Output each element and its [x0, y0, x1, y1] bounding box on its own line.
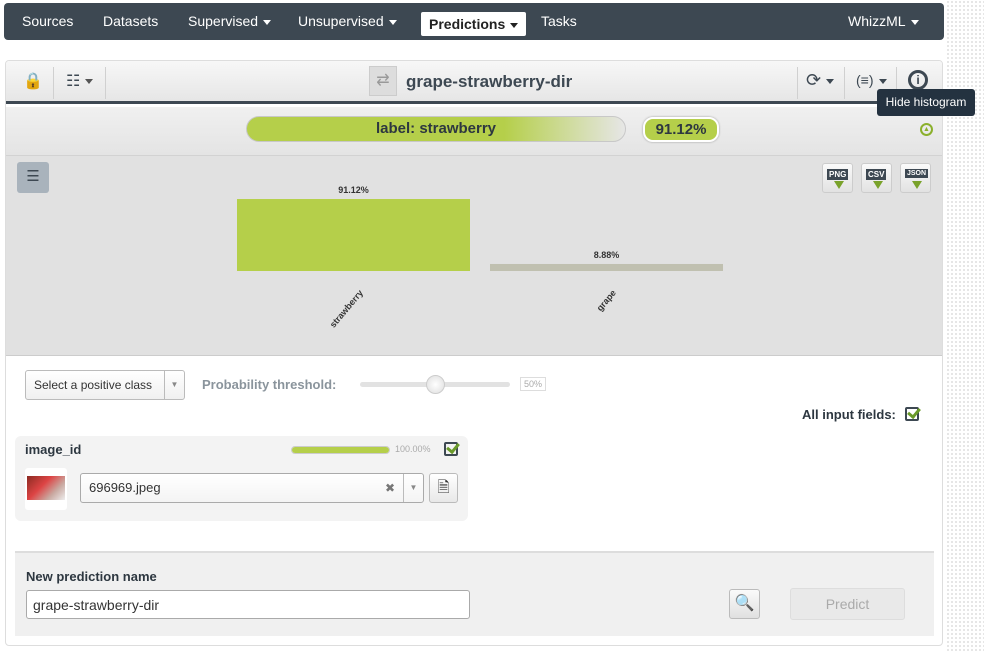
nav-supervised[interactable]: Supervised [188, 13, 272, 29]
histogram: ☰ PNG CSV JSON 91.12% strawberry 8.88% grap… [6, 156, 942, 356]
prediction-icon: ⇄ [369, 66, 397, 96]
data-label: 8.88% [594, 250, 620, 260]
nav-whizzml[interactable]: WhizzML [848, 13, 919, 29]
nav-predictions[interactable]: Predictions [421, 12, 527, 36]
divider [844, 67, 845, 99]
prediction-result: label: strawberry 91.12% ▲ [6, 107, 942, 156]
page-title: grape-strawberry-dir [406, 72, 573, 91]
nav-datasets[interactable]: Datasets [103, 13, 158, 29]
data-label: 91.12% [338, 185, 369, 195]
magnifier-icon: 🔍 [734, 595, 755, 612]
lock-icon[interactable]: 🔒 [23, 71, 43, 91]
top-nav: Sources Datasets Supervised Unsupervised… [4, 3, 944, 40]
nav-tasks[interactable]: Tasks [541, 13, 577, 29]
threshold-slider[interactable] [360, 375, 510, 394]
file-value: 696969.jpeg [89, 480, 161, 495]
nav-label: Unsupervised [298, 13, 384, 29]
divider [53, 67, 54, 99]
coverage-bar [291, 446, 390, 454]
reprediction-icon[interactable]: ⟳ [806, 70, 835, 91]
confidence-badge: 91.12% [643, 117, 719, 142]
all-fields-checkbox[interactable] [905, 407, 919, 421]
threshold-label: Probability threshold: [202, 377, 337, 392]
image-thumbnail [25, 468, 67, 510]
caret-down-icon: ▼ [403, 474, 423, 502]
file-icon: 🗎 [437, 479, 450, 496]
divider [105, 67, 106, 99]
nav-label: Predictions [429, 16, 506, 32]
probability-chart: 91.12% strawberry 8.88% grape [237, 185, 723, 330]
category-label: grape [595, 288, 618, 313]
upload-file-button[interactable]: 🗎 [429, 473, 458, 503]
caret-down-icon [85, 79, 94, 85]
slider-handle[interactable] [426, 375, 445, 394]
predict-button[interactable]: Predict [790, 588, 905, 620]
category-label: strawberry [328, 288, 365, 330]
prediction-name-input[interactable] [26, 590, 470, 619]
bar-strawberry [237, 199, 470, 271]
coverage-fill [292, 447, 389, 453]
caret-down-icon [388, 19, 397, 25]
all-fields-label: All input fields: [802, 407, 896, 422]
field-checkbox[interactable] [444, 442, 458, 456]
image-file-select[interactable]: 696969.jpeg ✖ ▼ [80, 473, 424, 503]
tooltip: Hide histogram [877, 89, 975, 116]
field-card-image-id: image_id 100.00% 696969.jpeg ✖ ▼ 🗎 [15, 436, 468, 521]
strawberry-image [27, 476, 65, 500]
divider [797, 67, 798, 99]
field-name: image_id [25, 442, 82, 457]
clear-icon[interactable]: ✖ [385, 474, 395, 502]
caret-down-icon [910, 19, 919, 25]
name-label: New prediction name [26, 569, 157, 584]
caret-down-icon [878, 78, 887, 84]
caret-down-icon: ▼ [164, 371, 184, 399]
caret-down-icon [263, 19, 272, 25]
nav-label: Supervised [188, 13, 259, 29]
preview-button[interactable]: 🔍 [729, 589, 760, 619]
collapse-histogram-icon[interactable]: ▲ [920, 123, 933, 136]
predicted-label: label: strawberry [246, 116, 626, 142]
nav-sources[interactable]: Sources [22, 13, 73, 29]
toolbar: 🔒 ☷ ⇄ grape-strawberry-dir ⟳ (≡) i [6, 61, 942, 104]
coverage-value: 100.00% [395, 444, 431, 454]
threshold-value: 50% [520, 377, 547, 391]
nav-label: WhizzML [848, 13, 906, 29]
select-placeholder: Select a positive class [34, 378, 153, 392]
caret-down-icon [510, 22, 519, 28]
model-tree-icon[interactable]: ☷ [66, 71, 94, 91]
prediction-form: New prediction name 🔍 Predict [15, 551, 934, 636]
caret-down-icon [826, 78, 835, 84]
nav-unsupervised[interactable]: Unsupervised [298, 13, 397, 29]
bar-grape [490, 263, 723, 271]
batch-prediction-icon[interactable]: (≡) [856, 72, 887, 88]
positive-class-select[interactable]: Select a positive class ▼ [25, 370, 185, 400]
info-icon[interactable]: i [908, 70, 928, 90]
